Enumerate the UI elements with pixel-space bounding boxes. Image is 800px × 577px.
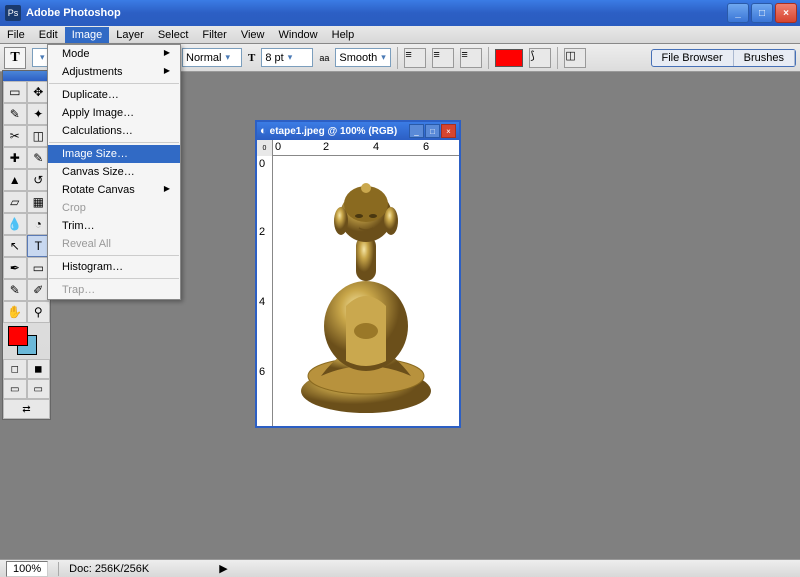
separator bbox=[557, 47, 558, 69]
menu-apply-image[interactable]: Apply Image… bbox=[48, 104, 180, 122]
zoom-field[interactable]: 100% bbox=[6, 561, 48, 577]
document-titlebar[interactable]: ◐ etape1.jpeg @ 100% (RGB) _ □ × bbox=[257, 122, 459, 140]
menu-adjustments[interactable]: Adjustments bbox=[48, 63, 180, 81]
menu-calculations[interactable]: Calculations… bbox=[48, 122, 180, 140]
foreground-color[interactable] bbox=[8, 326, 28, 346]
aa-label: aa bbox=[319, 53, 329, 63]
antialias-dropdown[interactable]: Smooth▾ bbox=[335, 48, 391, 67]
app-title: Adobe Photoshop bbox=[26, 7, 727, 19]
screen-full[interactable]: ▭ bbox=[27, 379, 51, 399]
toolbox: ▭ ✥ ✎ ✦ ✂ ◫ ✚ ✎ ▲ ↺ ▱ ▦ 💧 ◔ ↖ T ✒ ▭ ✎ ✐ … bbox=[2, 70, 51, 420]
warp-text-button[interactable]: ⟆ bbox=[529, 48, 551, 68]
menu-layer[interactable]: Layer bbox=[109, 27, 151, 43]
marquee-tool[interactable]: ▭ bbox=[3, 81, 27, 103]
stamp-tool[interactable]: ▲ bbox=[3, 169, 27, 191]
font-size-dropdown[interactable]: 8 pt▾ bbox=[261, 48, 313, 67]
menu-reveal-all: Reveal All bbox=[48, 235, 180, 253]
hand-tool[interactable]: ✋ bbox=[3, 301, 27, 323]
separator bbox=[49, 83, 179, 84]
zoom-tool[interactable]: ⚲ bbox=[27, 301, 51, 323]
separator bbox=[488, 47, 489, 69]
menu-crop: Crop bbox=[48, 199, 180, 217]
status-bar: 100% Doc: 256K/256K ▶ bbox=[0, 559, 800, 577]
menu-bar: File Edit Image Layer Select Filter View… bbox=[0, 26, 800, 44]
quickmask-off[interactable]: ◻ bbox=[3, 359, 27, 379]
menu-image[interactable]: Image bbox=[65, 27, 110, 43]
separator bbox=[397, 47, 398, 69]
tab-file-browser[interactable]: File Browser bbox=[652, 50, 734, 66]
doc-minimize-button[interactable]: _ bbox=[409, 124, 424, 138]
right-tabs: File Browser Brushes bbox=[651, 49, 796, 67]
text-color-swatch[interactable] bbox=[495, 49, 523, 67]
separator bbox=[49, 142, 179, 143]
align-center-button[interactable]: ≡ bbox=[432, 48, 454, 68]
size-icon: T bbox=[248, 52, 255, 64]
heal-tool[interactable]: ✚ bbox=[3, 147, 27, 169]
status-arrow-icon[interactable]: ▶ bbox=[219, 562, 227, 575]
menu-view[interactable]: View bbox=[234, 27, 272, 43]
lasso-tool[interactable]: ✎ bbox=[3, 103, 27, 125]
blur-tool[interactable]: 💧 bbox=[3, 213, 27, 235]
blend-mode-dropdown[interactable]: Normal▾ bbox=[182, 48, 242, 67]
document-title: etape1.jpeg @ 100% (RGB) bbox=[270, 126, 406, 137]
canvas-image bbox=[291, 166, 441, 416]
doc-close-button[interactable]: × bbox=[441, 124, 456, 138]
menu-mode[interactable]: Mode bbox=[48, 45, 180, 63]
screen-standard[interactable]: ▭ bbox=[3, 379, 27, 399]
tab-brushes[interactable]: Brushes bbox=[734, 50, 795, 66]
document-window: ◐ etape1.jpeg @ 100% (RGB) _ □ × 0 0 2 4… bbox=[255, 120, 461, 428]
image-menu-dropdown: Mode Adjustments Duplicate… Apply Image…… bbox=[47, 44, 181, 300]
menu-select[interactable]: Select bbox=[151, 27, 196, 43]
quickmask-on[interactable]: ◼ bbox=[27, 359, 51, 379]
app-titlebar: Ps Adobe Photoshop _ □ × bbox=[0, 0, 800, 26]
separator bbox=[49, 278, 179, 279]
notes-tool[interactable]: ✎ bbox=[3, 279, 27, 301]
crop-tool[interactable]: ✂ bbox=[3, 125, 27, 147]
app-icon: Ps bbox=[5, 5, 21, 21]
menu-trim[interactable]: Trim… bbox=[48, 217, 180, 235]
menu-file[interactable]: File bbox=[0, 27, 32, 43]
menu-window[interactable]: Window bbox=[272, 27, 325, 43]
maximize-button[interactable]: □ bbox=[751, 3, 773, 23]
ruler-vertical: 0 2 4 6 bbox=[257, 156, 273, 426]
document-icon: ◐ bbox=[260, 125, 267, 137]
toolbox-header[interactable] bbox=[3, 71, 50, 81]
color-picker[interactable] bbox=[3, 323, 50, 359]
menu-help[interactable]: Help bbox=[325, 27, 362, 43]
menu-trap: Trap… bbox=[48, 281, 180, 299]
doc-maximize-button[interactable]: □ bbox=[425, 124, 440, 138]
close-button[interactable]: × bbox=[775, 3, 797, 23]
menu-canvas-size[interactable]: Canvas Size… bbox=[48, 163, 180, 181]
eraser-tool[interactable]: ▱ bbox=[3, 191, 27, 213]
ruler-horizontal: 0 0 2 4 6 bbox=[257, 140, 459, 156]
separator bbox=[58, 562, 59, 576]
align-right-button[interactable]: ≡ bbox=[460, 48, 482, 68]
doc-size-label: Doc: 256K/256K bbox=[69, 563, 149, 575]
ruler-corner: 0 bbox=[257, 140, 273, 156]
menu-rotate-canvas[interactable]: Rotate Canvas bbox=[48, 181, 180, 199]
menu-histogram[interactable]: Histogram… bbox=[48, 258, 180, 276]
jump-to-imageready[interactable]: ⇄ bbox=[3, 399, 50, 419]
menu-image-size[interactable]: Image Size… bbox=[48, 145, 180, 163]
current-tool-icon[interactable]: T bbox=[4, 47, 26, 69]
separator bbox=[49, 255, 179, 256]
palettes-button[interactable]: ◫ bbox=[564, 48, 586, 68]
path-tool[interactable]: ↖ bbox=[3, 235, 27, 257]
menu-edit[interactable]: Edit bbox=[32, 27, 65, 43]
window-buttons: _ □ × bbox=[727, 3, 797, 23]
canvas[interactable] bbox=[273, 156, 459, 426]
minimize-button[interactable]: _ bbox=[727, 3, 749, 23]
menu-filter[interactable]: Filter bbox=[195, 27, 233, 43]
pen-tool[interactable]: ✒ bbox=[3, 257, 27, 279]
menu-duplicate[interactable]: Duplicate… bbox=[48, 86, 180, 104]
align-left-button[interactable]: ≡ bbox=[404, 48, 426, 68]
